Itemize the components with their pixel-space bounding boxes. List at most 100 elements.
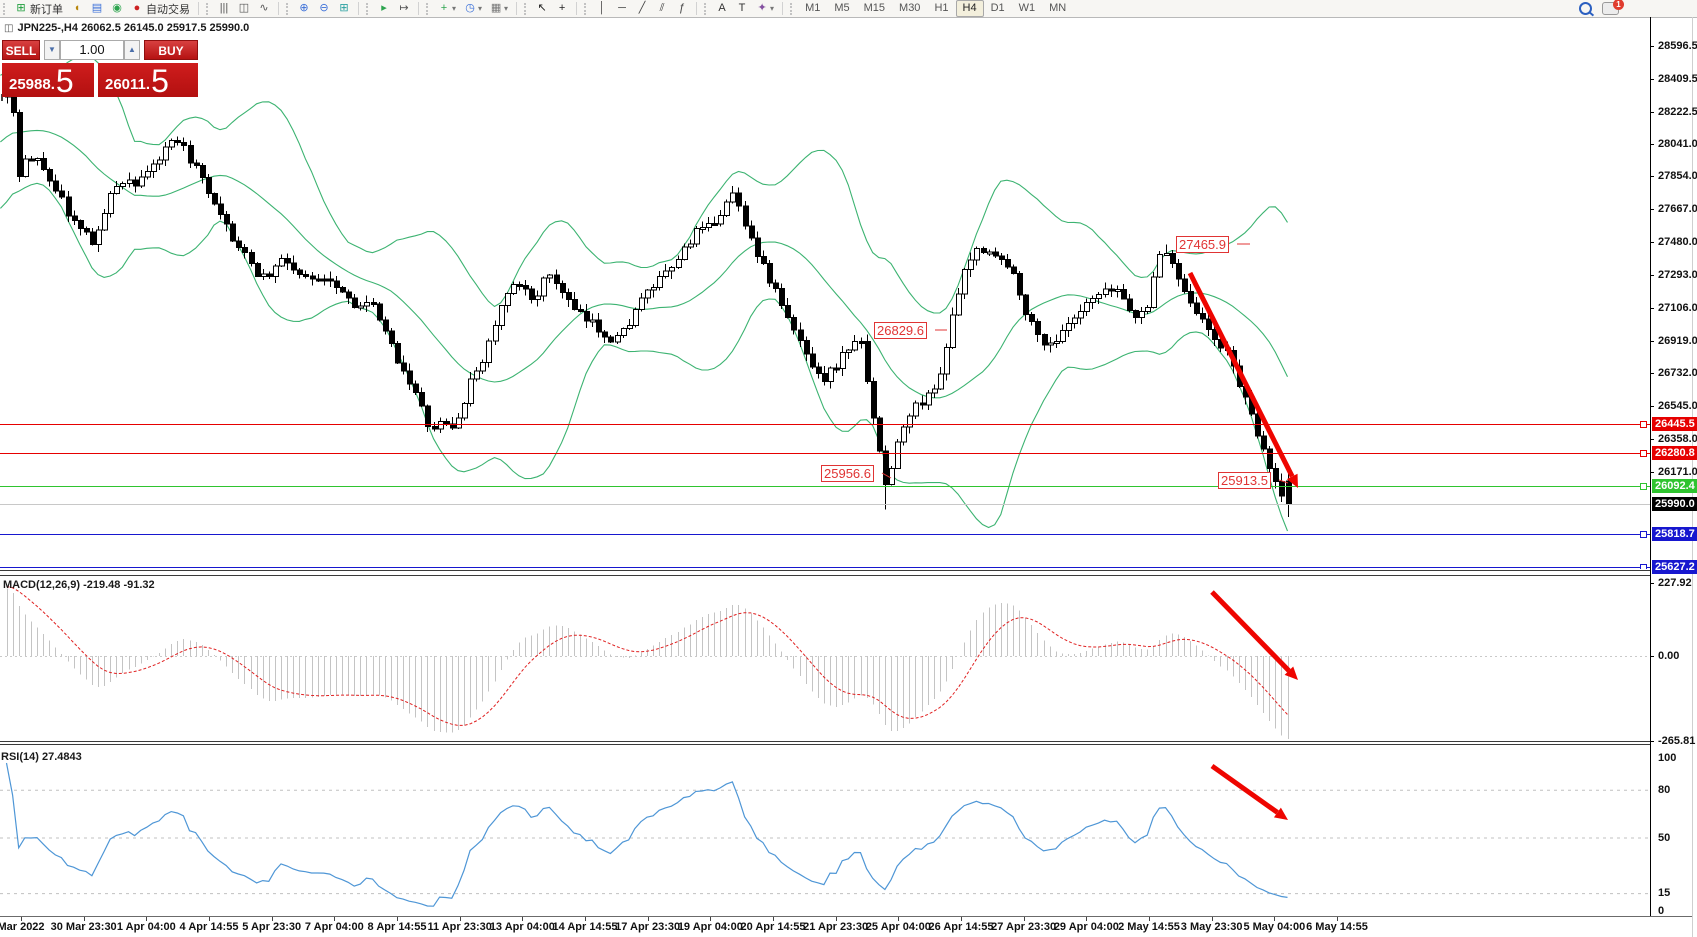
timeframe-M30[interactable]: M30 <box>892 0 927 17</box>
timeframe-H4[interactable]: H4 <box>956 0 984 17</box>
chart-shift-icon[interactable]: ↦ <box>395 1 413 16</box>
candle-down <box>811 354 816 367</box>
zoom-out-icon[interactable]: ⊖ <box>315 1 333 16</box>
periods-icon-dropdown[interactable]: ▾ <box>478 4 482 13</box>
price-annotation[interactable]: 27465.9 <box>1176 236 1229 253</box>
equidistant-channel-icon[interactable]: ⫽ <box>653 1 671 16</box>
text-icon[interactable]: A <box>713 1 731 16</box>
crosshair-icon[interactable]: + <box>553 1 571 16</box>
macd-value: -219.48 <box>83 579 120 591</box>
buy-button[interactable]: BUY <box>144 40 198 60</box>
timeframe-M5[interactable]: M5 <box>827 0 856 17</box>
level-line-handle[interactable] <box>1641 422 1647 428</box>
panel-separator[interactable] <box>0 741 1650 742</box>
cursor-icon[interactable]: ↖ <box>533 1 551 16</box>
candle-down <box>921 403 926 405</box>
price-axis-tick <box>1650 242 1654 243</box>
candle-up <box>1152 277 1157 308</box>
candle-up <box>1091 299 1096 303</box>
candle-up <box>542 278 547 296</box>
toolbar-separator <box>198 2 199 15</box>
candle-down <box>1110 289 1115 291</box>
level-line-handle[interactable] <box>1641 532 1647 538</box>
panel-separator[interactable] <box>0 575 1650 576</box>
bar-chart-icon[interactable]: ||| <box>215 1 233 16</box>
volume-down-button[interactable]: ▼ <box>44 40 60 60</box>
tile-windows-icon[interactable]: ⊞ <box>335 1 353 16</box>
market-watch-icon[interactable]: ▤ <box>88 1 106 16</box>
sell-price-panel[interactable]: 25988 . 5 <box>2 63 94 97</box>
candle-up <box>939 374 944 389</box>
candle-up <box>719 215 724 224</box>
price-annotation[interactable]: 26829.6 <box>874 322 927 339</box>
panel-separator[interactable] <box>0 570 1650 571</box>
candle-down <box>79 221 84 229</box>
arrows-icon[interactable]: ✦▾ <box>753 1 777 16</box>
price-axis-label: 27480.0 <box>1658 236 1697 248</box>
level-line-handle[interactable] <box>1641 484 1647 490</box>
rsi-panel-canvas[interactable] <box>0 742 1650 916</box>
volume-input[interactable]: 1.00 <box>60 40 124 60</box>
candle-down <box>298 270 303 274</box>
candle-up <box>829 368 834 382</box>
timeframe-W1[interactable]: W1 <box>1012 0 1043 17</box>
templates-icon[interactable]: ▦▾ <box>487 1 511 16</box>
candlestick-chart-icon[interactable]: ◫ <box>235 1 253 16</box>
trendline-icon[interactable]: ╱ <box>633 1 651 16</box>
timeframe-MN[interactable]: MN <box>1042 0 1073 17</box>
trend-arrow-shaft[interactable] <box>1190 273 1292 476</box>
candle-up <box>536 296 541 300</box>
candle-up <box>640 298 645 309</box>
vertical-line-icon[interactable]: │ <box>593 1 611 16</box>
candle-up <box>548 275 553 278</box>
candle-down <box>402 363 407 371</box>
fibonacci-icon[interactable]: ƒ <box>673 1 691 16</box>
volume-up-button[interactable]: ▲ <box>124 40 140 60</box>
toolbar-separator <box>576 2 577 15</box>
periods-icon[interactable]: ◷▾ <box>461 1 485 16</box>
horizontal-line-icon[interactable]: ─ <box>613 1 631 16</box>
candle-up <box>951 315 956 348</box>
level-line-handle[interactable] <box>1641 451 1647 457</box>
timeframe-D1[interactable]: D1 <box>984 0 1012 17</box>
candle-down <box>597 320 602 332</box>
toolbar-grip <box>704 3 709 15</box>
arrows-icon-dropdown[interactable]: ▾ <box>770 4 774 13</box>
templates-icon-dropdown[interactable]: ▾ <box>504 4 508 13</box>
navigator-icon[interactable]: ◉ <box>108 1 126 16</box>
chart-shift-icon: ↦ <box>398 1 410 16</box>
candle-down <box>292 263 297 270</box>
trend-arrow-shaft[interactable] <box>1212 592 1289 671</box>
line-chart-icon[interactable]: ∿ <box>255 1 273 16</box>
search-icon[interactable] <box>1579 2 1592 15</box>
main-chart-canvas[interactable] <box>0 17 1650 569</box>
timeframe-M1[interactable]: M1 <box>798 0 827 17</box>
timeframe-M15[interactable]: M15 <box>857 0 892 17</box>
zoom-in-icon[interactable]: ⊕ <box>295 1 313 16</box>
price-annotation[interactable]: 25913.5 <box>1218 472 1271 489</box>
auto-scroll-icon[interactable]: ▸ <box>375 1 393 16</box>
candle-down <box>73 216 78 221</box>
candle-up <box>109 193 114 213</box>
sell-button[interactable]: SELL <box>2 40 40 60</box>
time-axis-label: 7 Apr 04:00 <box>305 921 364 933</box>
panel-separator[interactable] <box>0 744 1650 745</box>
candle-down <box>48 170 53 182</box>
candle-up <box>988 252 993 254</box>
candle-up <box>115 186 120 193</box>
indicators-icon[interactable]: +▾ <box>435 1 459 16</box>
chat-icon[interactable]: 1 <box>1602 2 1619 15</box>
trend-arrow-shaft[interactable] <box>1212 766 1277 812</box>
macd-panel-canvas[interactable] <box>0 577 1650 742</box>
alerts-horn-icon[interactable]: ◖ <box>68 1 86 16</box>
indicators-icon-dropdown[interactable]: ▾ <box>452 4 456 13</box>
new-order-button[interactable]: ⊞新订单 <box>12 1 66 16</box>
text-label-icon[interactable]: T <box>733 1 751 16</box>
level-line-handle[interactable] <box>1641 565 1647 570</box>
price-annotation[interactable]: 25956.6 <box>821 465 874 482</box>
symbol-name: JPN225-,H4 <box>17 22 78 34</box>
timeframe-H1[interactable]: H1 <box>927 0 955 17</box>
price-axis-tick <box>1650 439 1654 440</box>
buy-price-panel[interactable]: 26011 . 5 <box>98 63 198 97</box>
autotrading-button[interactable]: ●自动交易 <box>128 1 193 16</box>
